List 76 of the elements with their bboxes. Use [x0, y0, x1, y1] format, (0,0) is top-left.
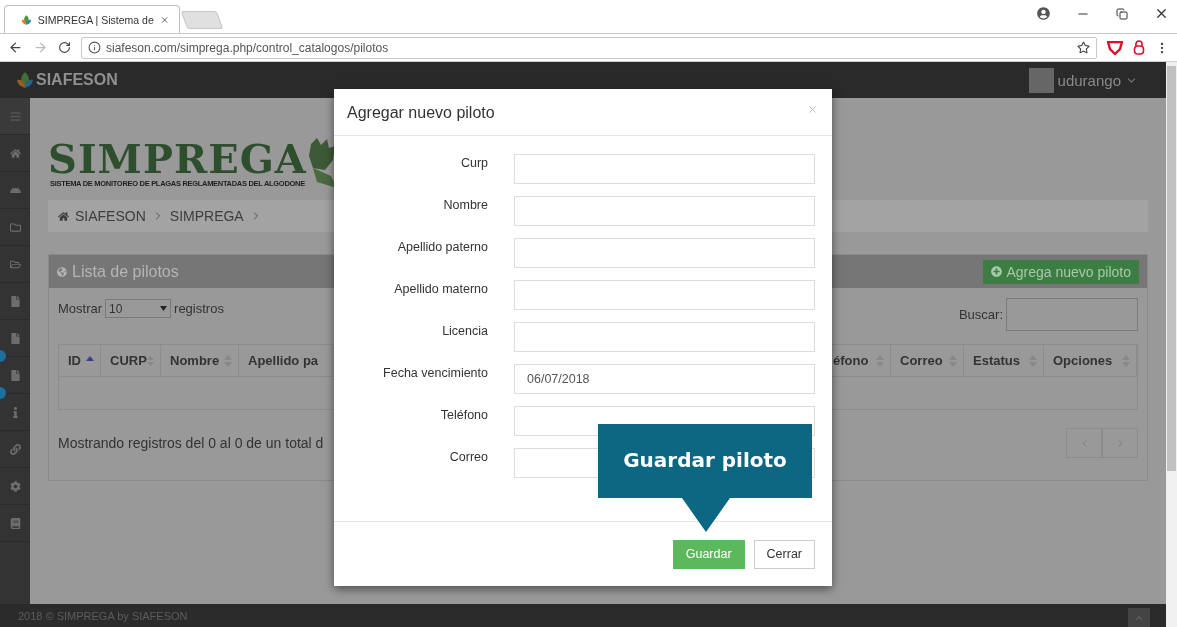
- restore-icon[interactable]: [1116, 7, 1128, 20]
- star-icon[interactable]: [1077, 41, 1090, 54]
- caret-icon: [160, 306, 168, 311]
- address-bar[interactable]: siafeson.com/simprega.php/control_catalogos/pilotos: [81, 36, 1097, 59]
- sidebar-toggle[interactable]: [0, 98, 30, 135]
- input-field[interactable]: [514, 154, 815, 184]
- tab-title: SIMPREGA | Sistema de: [37, 13, 154, 26]
- account-icon[interactable]: [1037, 7, 1050, 20]
- modal-title: Agregar nuevo piloto: [347, 104, 495, 122]
- home-icon: [9, 147, 21, 159]
- input-field[interactable]: [514, 280, 815, 310]
- android-icon: [9, 184, 21, 196]
- input-field[interactable]: 06/07/2018: [514, 364, 815, 394]
- menu-icon: [9, 110, 21, 122]
- settings-icon: [9, 480, 21, 492]
- plant-drawing: [306, 136, 337, 188]
- column-header[interactable]: Nombre: [161, 345, 239, 376]
- callout-tooltip: Guardar piloto: [598, 424, 812, 534]
- avatar[interactable]: [1028, 67, 1054, 93]
- column-header[interactable]: Apellido pa: [239, 345, 333, 376]
- column-header[interactable]: CURP: [101, 345, 161, 376]
- column-header[interactable]: ID: [59, 345, 101, 376]
- home-icon: [58, 210, 69, 222]
- breadcrumb-link[interactable]: SIMPREGA: [169, 208, 244, 224]
- field-label: Nombre: [442, 197, 488, 214]
- field-label: Teléfono: [439, 407, 488, 424]
- browser-tab[interactable]: SIMPREGA | Sistema de: [4, 5, 180, 33]
- scrollbar[interactable]: [1166, 62, 1177, 627]
- show-label: Mostrar: [58, 301, 103, 316]
- new-tab-button[interactable]: [180, 11, 224, 29]
- folder-icon: [9, 258, 21, 270]
- user-name[interactable]: udurango: [1057, 71, 1121, 89]
- info-icon: [88, 41, 101, 54]
- leaf-logo-icon: [21, 12, 32, 27]
- save-button[interactable]: Guardar: [672, 539, 745, 569]
- brand-name: SIAFESON: [36, 71, 118, 89]
- input-field[interactable]: [514, 196, 815, 226]
- search-field[interactable]: [1006, 298, 1138, 331]
- link-icon: [9, 443, 21, 455]
- file-icon: [9, 369, 21, 381]
- field-label: Correo: [448, 449, 488, 466]
- field-label: Fecha vencimiento: [382, 365, 488, 382]
- add-button[interactable]: Agrega nuevo piloto: [983, 259, 1139, 284]
- input-field[interactable]: [514, 238, 815, 268]
- logo-title: SIMPREGA: [48, 139, 307, 179]
- book-icon: [9, 517, 21, 529]
- column-header[interactable]: Estatus: [964, 345, 1044, 376]
- plus-icon: [991, 266, 1003, 277]
- search-label: Buscar:: [958, 307, 1003, 322]
- breadcrumb-link[interactable]: SIAFESON: [75, 208, 146, 224]
- records-label: registros: [174, 301, 224, 316]
- panel-title: Lista de pilotos: [57, 262, 179, 281]
- url-text: siafeson.com/simprega.php/control_catalogos/pilotos: [106, 40, 390, 55]
- shield-icon[interactable]: [1107, 40, 1123, 55]
- forward-icon[interactable]: [33, 40, 48, 55]
- field-label: Apellido paterno: [396, 239, 488, 256]
- field-label: Apellido materno: [393, 281, 488, 298]
- globe-icon: [57, 266, 67, 277]
- leaf-logo-icon: [16, 71, 34, 89]
- close-icon[interactable]: [1154, 6, 1169, 21]
- folder-icon: [9, 221, 21, 233]
- field-label: Licencia: [441, 323, 488, 340]
- column-header[interactable]: Correo: [891, 345, 964, 376]
- table-info: Mostrando registros del 0 al 0 de un total d: [58, 435, 324, 451]
- file-icon: [9, 295, 21, 307]
- column-header[interactable]: éfono: [833, 345, 891, 376]
- close-button[interactable]: Cerrar: [753, 539, 815, 569]
- lock-icon[interactable]: [1133, 40, 1145, 55]
- reload-icon[interactable]: [58, 41, 71, 54]
- field-label: Curp: [459, 155, 488, 172]
- column-header[interactable]: Opciones: [1044, 345, 1137, 376]
- file-icon: [9, 332, 21, 344]
- page-size-select[interactable]: 10: [105, 299, 172, 318]
- scroll-top-button[interactable]: [1128, 607, 1150, 627]
- input-field[interactable]: [514, 322, 815, 352]
- back-icon[interactable]: [8, 40, 23, 55]
